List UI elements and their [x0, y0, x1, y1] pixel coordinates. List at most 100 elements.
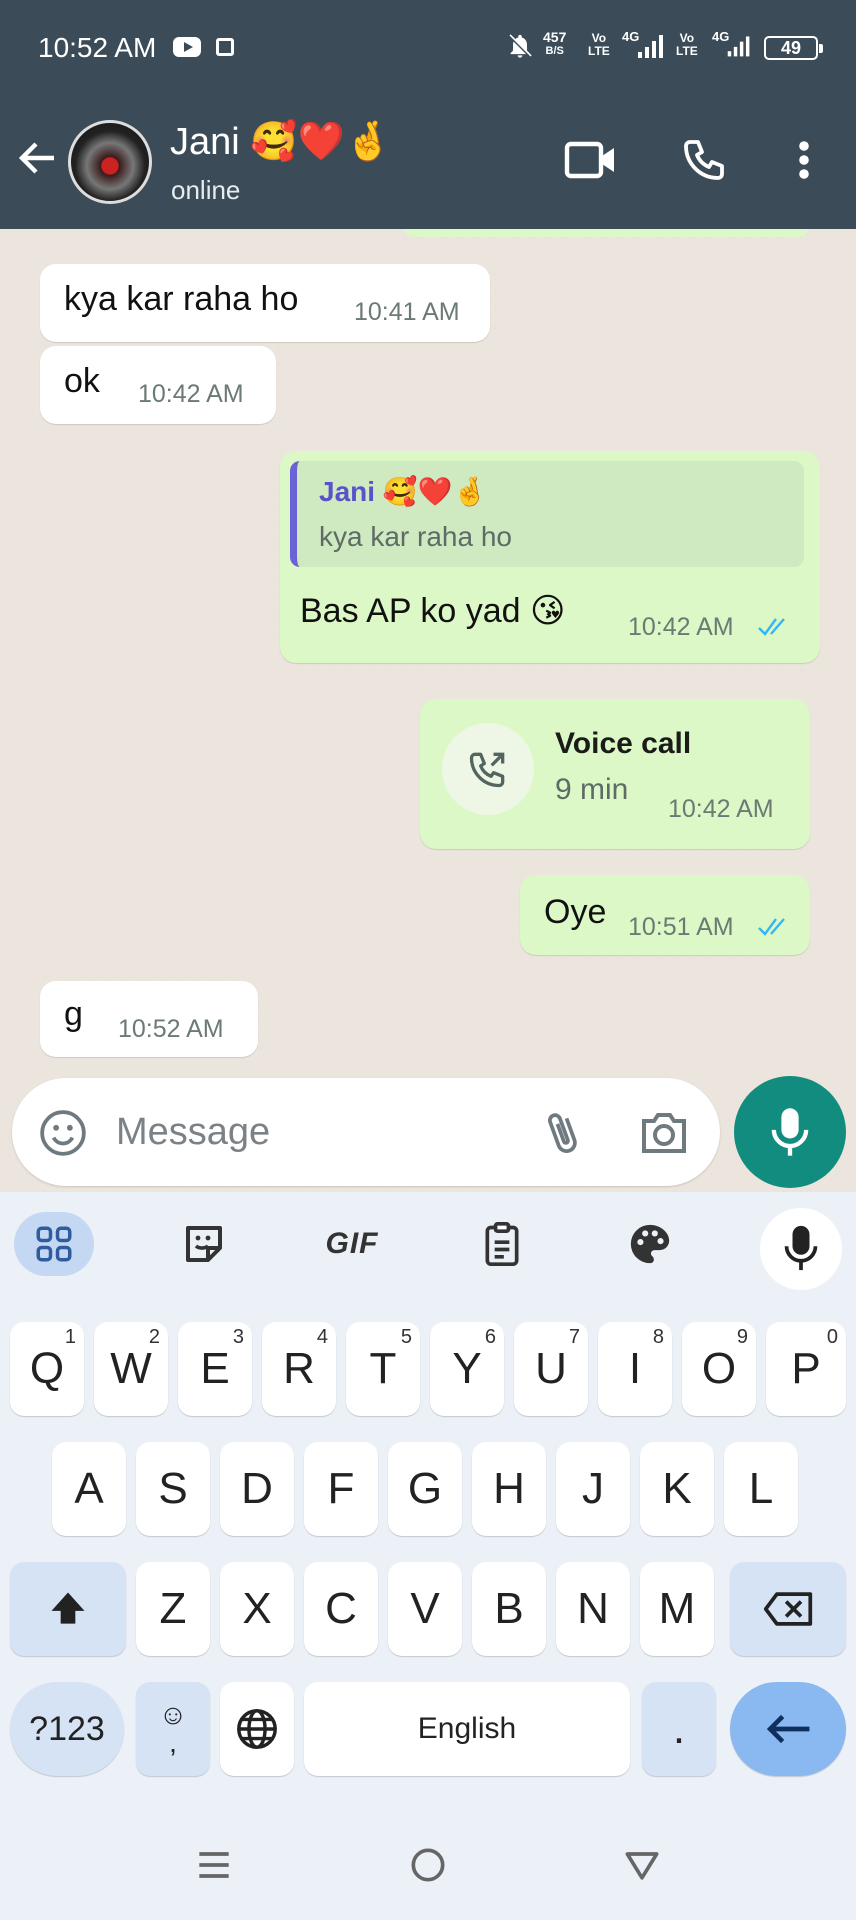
theme-button[interactable]	[610, 1212, 690, 1276]
video-call-icon[interactable]	[564, 140, 618, 180]
back-arrow-icon[interactable]	[14, 134, 62, 182]
backspace-key[interactable]	[730, 1562, 846, 1656]
key-d[interactable]: D	[220, 1442, 294, 1536]
key-z[interactable]: Z	[136, 1562, 210, 1656]
read-ticks-icon	[758, 918, 785, 936]
key-c[interactable]: C	[304, 1562, 378, 1656]
key-f[interactable]: F	[304, 1442, 378, 1536]
language-key[interactable]	[220, 1682, 294, 1776]
key-t[interactable]: T5	[346, 1322, 420, 1416]
message-text: ok	[64, 362, 100, 400]
key-hint: 2	[148, 1326, 160, 1348]
key-label: ?123	[29, 1709, 105, 1748]
key-h[interactable]: H	[472, 1442, 546, 1536]
outgoing-call-icon	[469, 752, 505, 788]
notifications-off-icon	[508, 34, 532, 58]
enter-icon	[766, 1714, 810, 1744]
key-w[interactable]: W2	[94, 1322, 168, 1416]
mic-icon	[771, 1108, 809, 1156]
key-x[interactable]: X	[220, 1562, 294, 1656]
message-text: g	[64, 995, 83, 1033]
sim2-signal-icon	[727, 36, 750, 57]
key-s[interactable]: S	[136, 1442, 210, 1536]
outgoing-message[interactable]: Jani 🥰❤️🤞 kya kar raha ho Bas AP ko yad …	[280, 451, 820, 663]
message-input[interactable]	[116, 1102, 516, 1162]
sticker-button[interactable]	[164, 1212, 244, 1276]
incoming-message[interactable]: kya kar raha ho 10:41 AM	[40, 264, 490, 342]
key-g[interactable]: G	[388, 1442, 462, 1536]
camera-icon[interactable]	[638, 1110, 690, 1156]
voice-record-button[interactable]	[734, 1076, 846, 1188]
key-label: H	[493, 1464, 525, 1513]
key-e[interactable]: E3	[178, 1322, 252, 1416]
emoji-comma-key[interactable]: ☺ ,	[136, 1682, 210, 1776]
key-l[interactable]: L	[724, 1442, 798, 1536]
quoted-reply[interactable]: Jani 🥰❤️🤞 kya kar raha ho	[290, 461, 804, 567]
key-r[interactable]: R4	[262, 1322, 336, 1416]
system-navigation-bar	[0, 1815, 856, 1920]
key-label: V	[410, 1584, 440, 1633]
clipboard-button[interactable]	[462, 1212, 542, 1276]
key-label: L	[748, 1464, 774, 1513]
message-input-container[interactable]	[12, 1078, 720, 1186]
key-n[interactable]: N	[556, 1562, 630, 1656]
symbols-key[interactable]: ?123	[10, 1682, 124, 1776]
voice-call-message[interactable]: Voice call 9 min 10:42 AM	[420, 699, 810, 849]
key-v[interactable]: V	[388, 1562, 462, 1656]
emoji-icon[interactable]	[38, 1108, 88, 1158]
contact-name[interactable]: Jani 🥰❤️🤞	[170, 120, 392, 164]
incoming-message[interactable]: ok 10:42 AM	[40, 346, 276, 424]
shift-key[interactable]	[10, 1562, 126, 1656]
phone-icon[interactable]	[680, 136, 728, 184]
key-j[interactable]: J	[556, 1442, 630, 1536]
key-b[interactable]: B	[472, 1562, 546, 1656]
call-icon-container	[442, 723, 534, 815]
key-a[interactable]: A	[52, 1442, 126, 1536]
key-k[interactable]: K	[640, 1442, 714, 1536]
network-speed-value: 457	[543, 29, 567, 45]
enter-key[interactable]	[730, 1682, 846, 1776]
key-label: T	[369, 1344, 397, 1393]
contact-status: online	[171, 175, 241, 205]
emoji-key-bottom: ,	[169, 1727, 177, 1758]
key-i[interactable]: I8	[598, 1322, 672, 1416]
recent-apps-icon[interactable]	[192, 1843, 236, 1887]
more-vert-icon[interactable]	[786, 136, 822, 184]
avatar[interactable]	[68, 120, 152, 204]
space-label: English	[417, 1712, 517, 1745]
paperclip-icon[interactable]	[538, 1106, 588, 1160]
youtube-icon	[173, 37, 201, 57]
app-bar: Jani 🥰❤️🤞 online	[0, 96, 856, 229]
key-label: U	[535, 1344, 567, 1393]
key-q[interactable]: Q1	[10, 1322, 84, 1416]
call-title: Voice call	[555, 727, 692, 760]
key-hint: 1	[64, 1326, 76, 1348]
key-hint: 9	[736, 1326, 748, 1348]
globe-icon	[237, 1709, 277, 1749]
key-label: P	[791, 1344, 821, 1393]
period-key[interactable]: .	[642, 1682, 716, 1776]
back-nav-icon[interactable]	[620, 1843, 664, 1887]
message-time: 10:42 AM	[668, 795, 774, 823]
space-key[interactable]: English	[304, 1682, 630, 1776]
keyboard-mic-icon	[784, 1225, 818, 1271]
key-label: R	[283, 1344, 315, 1393]
previous-message-bubble[interactable]	[404, 229, 808, 237]
key-m[interactable]: M	[640, 1562, 714, 1656]
key-o[interactable]: O9	[682, 1322, 756, 1416]
key-p[interactable]: P0	[766, 1322, 846, 1416]
key-label: I	[628, 1344, 642, 1393]
key-y[interactable]: Y6	[430, 1322, 504, 1416]
outgoing-message[interactable]: Oye 10:51 AM	[520, 875, 810, 955]
key-u[interactable]: U7	[514, 1322, 588, 1416]
message-text: kya kar raha ho	[64, 280, 299, 318]
keyboard-apps-button[interactable]	[14, 1212, 94, 1276]
home-icon[interactable]	[406, 1843, 450, 1887]
incoming-message[interactable]: g 10:52 AM	[40, 981, 258, 1057]
key-label: K	[662, 1464, 692, 1513]
message-time: 10:41 AM	[354, 298, 460, 326]
key-label: Z	[159, 1584, 187, 1633]
keyboard-voice-button[interactable]	[760, 1208, 842, 1290]
gif-button[interactable]: GIF	[312, 1212, 392, 1276]
quoted-reply-sender: Jani 🥰❤️🤞	[319, 476, 488, 507]
